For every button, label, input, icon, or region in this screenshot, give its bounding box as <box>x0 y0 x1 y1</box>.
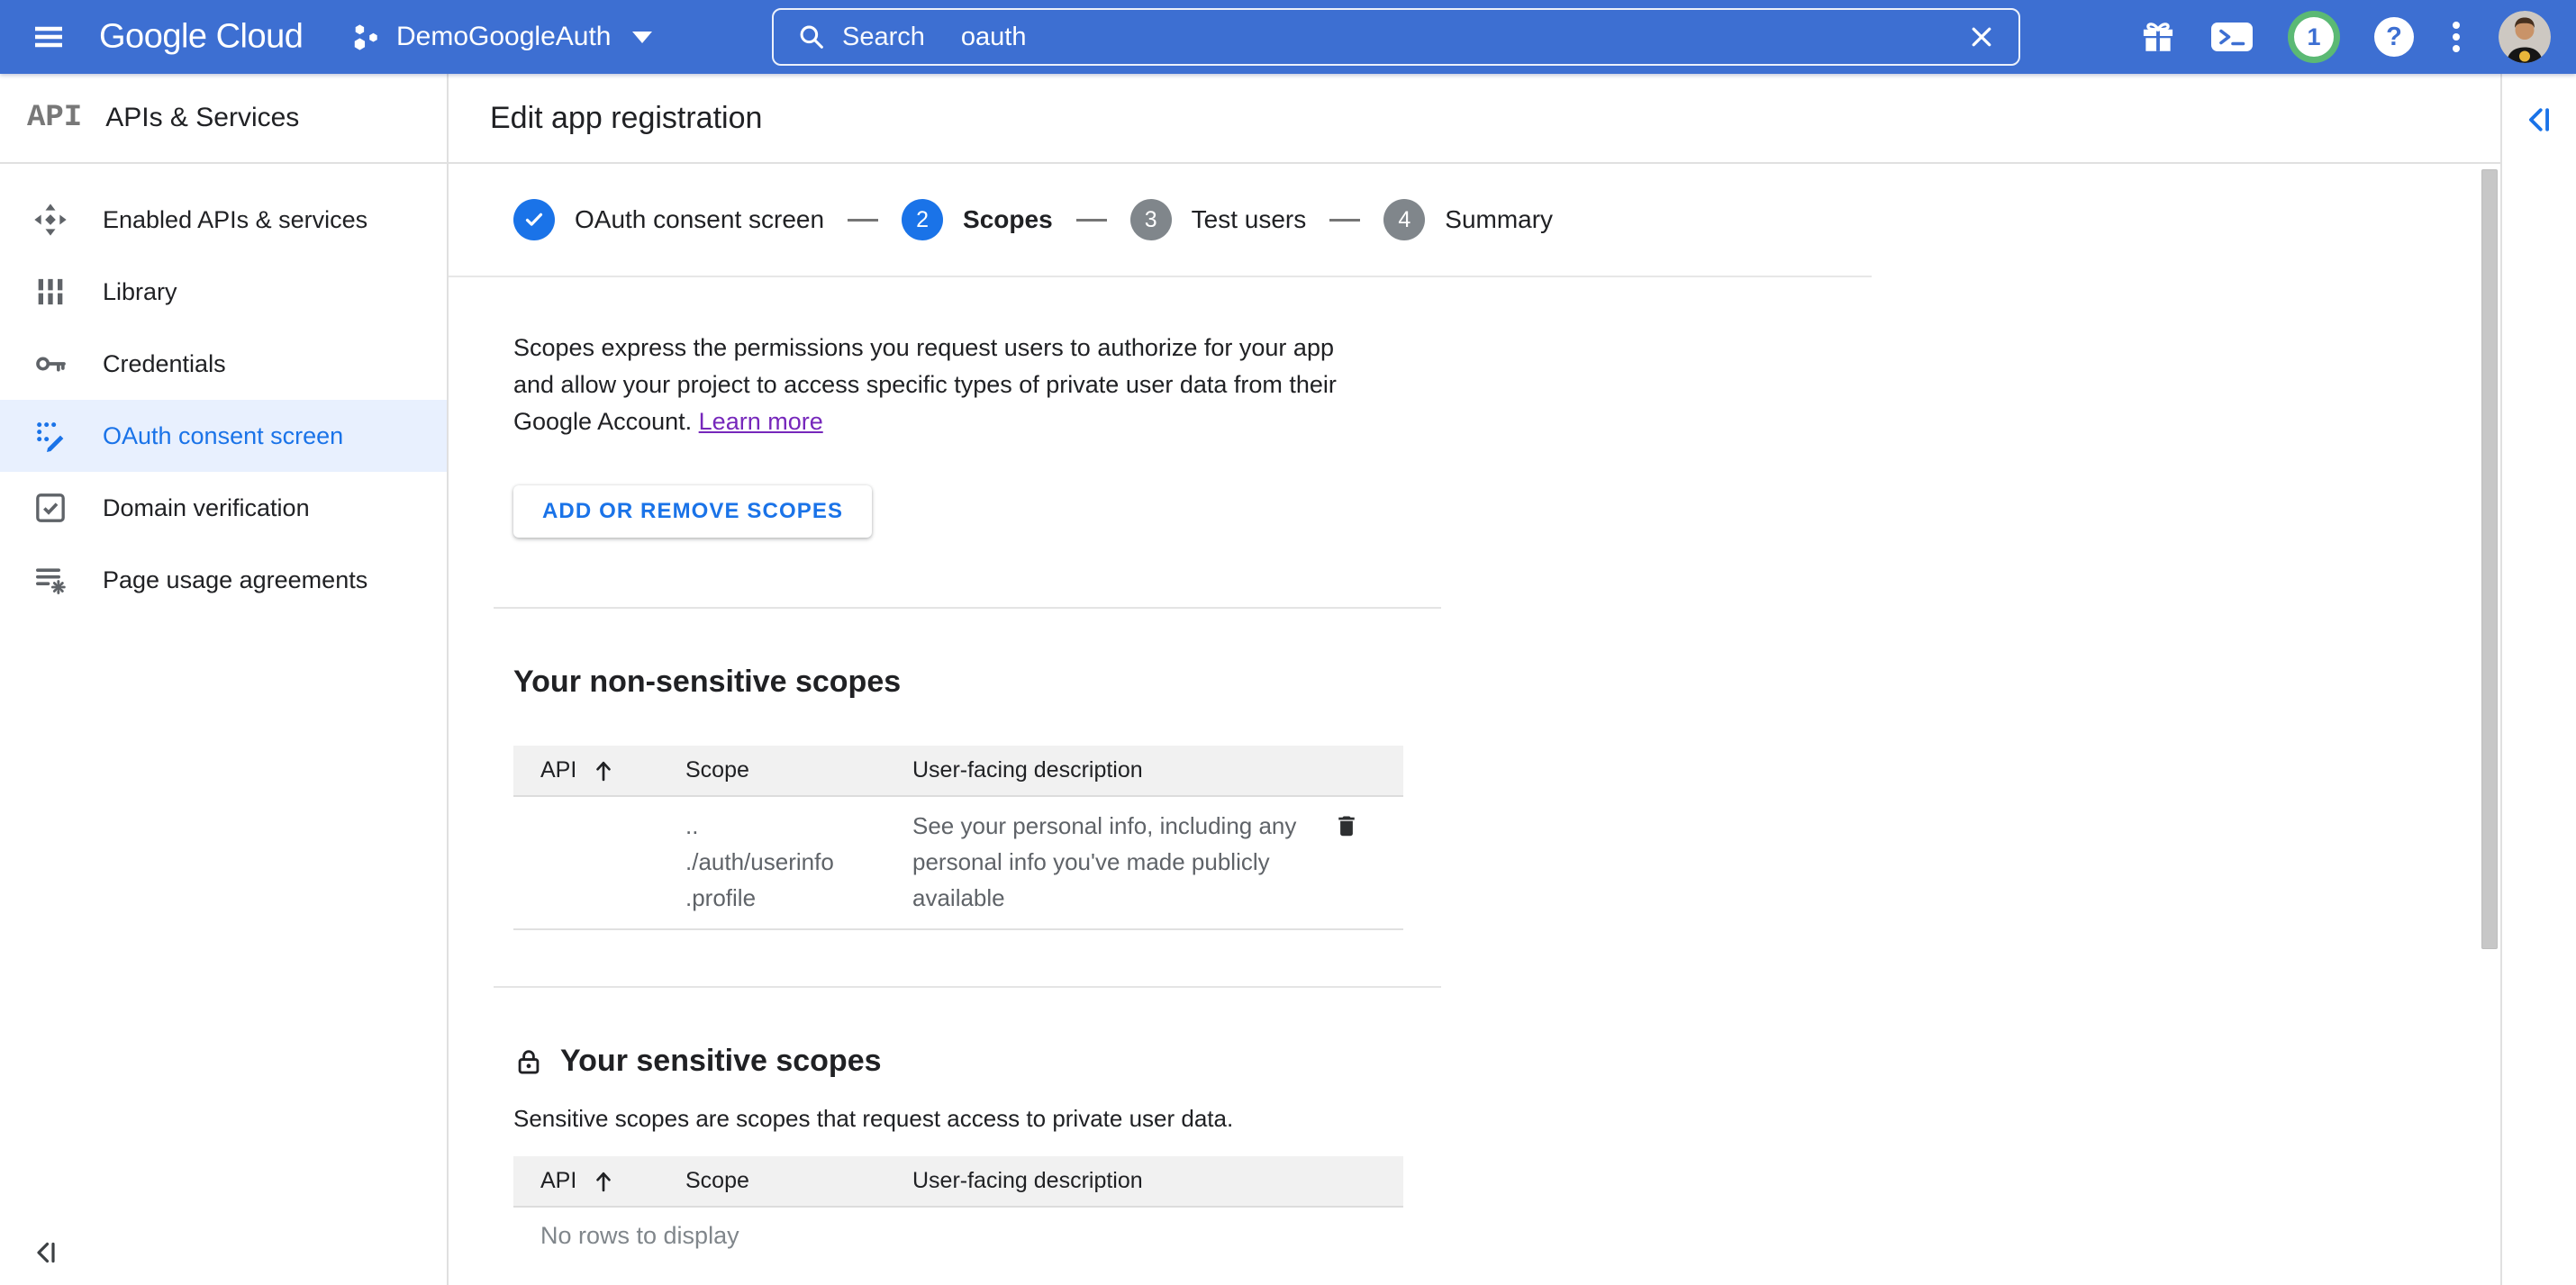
column-header-description: User-facing description <box>912 757 1403 783</box>
help-icon[interactable]: ? <box>2374 17 2414 57</box>
vertical-scrollbar[interactable] <box>2481 169 2498 949</box>
step-connector <box>1329 219 1360 222</box>
cell-api <box>513 808 685 916</box>
stepper: OAuth consent screen 2 Scopes 3 Test use… <box>449 164 1872 277</box>
scopes-intro-text: Scopes express the permissions you reque… <box>513 330 1376 440</box>
learn-more-link[interactable]: Learn more <box>699 408 823 435</box>
main-content: Edit app registration OAuth consent scre… <box>449 74 2500 1285</box>
menu-icon[interactable] <box>31 21 67 53</box>
page-agreements-icon <box>31 562 70 598</box>
cloud-shell-icon[interactable] <box>2210 19 2254 55</box>
api-product-icon: API <box>27 101 82 135</box>
sidebar-nav: Enabled APIs & services Library Credenti… <box>0 164 447 616</box>
sort-ascending-icon <box>591 1169 616 1194</box>
project-name: DemoGoogleAuth <box>396 22 611 52</box>
column-header-scope: Scope <box>685 1168 912 1194</box>
google-cloud-logo[interactable]: Google Cloud <box>99 18 303 57</box>
topbar-actions: 1 ? <box>2139 0 2551 74</box>
sidebar: API APIs & Services Enabled APIs & servi… <box>0 74 449 1285</box>
right-panel-rail <box>2500 74 2576 1285</box>
step-summary[interactable]: 4 Summary <box>1383 199 1553 240</box>
sidebar-header: API APIs & Services <box>0 74 447 164</box>
column-header-api[interactable]: API <box>513 757 685 783</box>
page-body: OAuth consent screen 2 Scopes 3 Test use… <box>449 164 2500 1285</box>
step-number: 3 <box>1130 199 1172 240</box>
user-avatar[interactable] <box>2499 11 2551 63</box>
step-connector <box>1076 219 1107 222</box>
table-row: .. ./auth/userinfo .profile See your per… <box>513 797 1403 930</box>
sensitive-scopes-table: API Scope User-facing description No row… <box>513 1156 1403 1250</box>
step-scopes[interactable]: 2 Scopes <box>902 199 1053 240</box>
step-number: 2 <box>902 199 943 240</box>
non-sensitive-scopes-table: API Scope User-facing description .. ./a… <box>513 746 1403 930</box>
sidebar-item-library[interactable]: Library <box>0 256 447 328</box>
project-selector[interactable]: DemoGoogleAuth <box>351 0 652 74</box>
sidebar-item-oauth-consent-screen[interactable]: OAuth consent screen <box>0 400 447 472</box>
oauth-consent-icon <box>31 418 70 454</box>
step-number: 4 <box>1383 199 1425 240</box>
column-header-scope: Scope <box>685 757 912 783</box>
step-test-users[interactable]: 3 Test users <box>1130 199 1307 240</box>
step-connector <box>848 219 878 222</box>
sort-ascending-icon <box>591 758 616 783</box>
page-title: Edit app registration <box>490 101 762 136</box>
table-header-row: API Scope User-facing description <box>513 746 1403 797</box>
library-icon <box>31 274 70 310</box>
gift-icon[interactable] <box>2139 18 2177 56</box>
notifications-badge[interactable]: 1 <box>2294 17 2334 57</box>
more-options-icon[interactable] <box>2447 22 2465 52</box>
empty-table-message: No rows to display <box>513 1222 1403 1250</box>
open-side-panel-icon[interactable] <box>2524 104 2554 140</box>
sidebar-item-domain-verification[interactable]: Domain verification <box>0 472 447 544</box>
section-divider <box>494 986 1441 988</box>
sidebar-item-credentials[interactable]: Credentials <box>0 328 447 400</box>
sensitive-scopes-heading: Your sensitive scopes <box>513 1044 2500 1079</box>
column-header-api[interactable]: API <box>513 1168 685 1194</box>
table-header-row: API Scope User-facing description <box>513 1156 1403 1208</box>
page-header: Edit app registration <box>449 74 2500 164</box>
key-icon <box>31 346 70 382</box>
section-divider <box>494 607 1441 609</box>
add-or-remove-scopes-button[interactable]: ADD OR REMOVE SCOPES <box>513 485 872 538</box>
delete-scope-icon[interactable] <box>1333 811 1360 850</box>
enabled-apis-icon <box>31 202 70 238</box>
notification-count: 1 <box>2307 23 2320 51</box>
search-icon <box>797 23 826 51</box>
search-label: Search <box>842 23 925 52</box>
sensitive-scopes-note: Sensitive scopes are scopes that request… <box>513 1105 2500 1133</box>
collapse-sidebar-icon[interactable] <box>32 1239 59 1271</box>
chevron-down-icon <box>632 32 652 43</box>
clear-search-icon[interactable] <box>1968 23 1995 50</box>
step-oauth-consent-screen[interactable]: OAuth consent screen <box>513 199 824 240</box>
sidebar-item-enabled-apis[interactable]: Enabled APIs & services <box>0 184 447 256</box>
non-sensitive-scopes-heading: Your non-sensitive scopes <box>513 665 2500 700</box>
step-complete-check-icon <box>513 199 555 240</box>
domain-verification-icon <box>31 490 70 526</box>
search-bar[interactable]: Search <box>772 8 2020 66</box>
column-header-description: User-facing description <box>912 1168 1403 1194</box>
sidebar-item-page-usage-agreements[interactable]: Page usage agreements <box>0 544 447 616</box>
lock-icon <box>513 1046 544 1077</box>
cell-description: See your personal info, including any pe… <box>912 808 1313 916</box>
search-input[interactable] <box>961 23 1968 52</box>
top-app-bar: Google Cloud DemoGoogleAuth Search <box>0 0 2576 74</box>
sidebar-title: APIs & Services <box>105 103 299 133</box>
cell-scope: .. ./auth/userinfo .profile <box>685 808 912 916</box>
project-hexagons-icon <box>351 21 380 53</box>
